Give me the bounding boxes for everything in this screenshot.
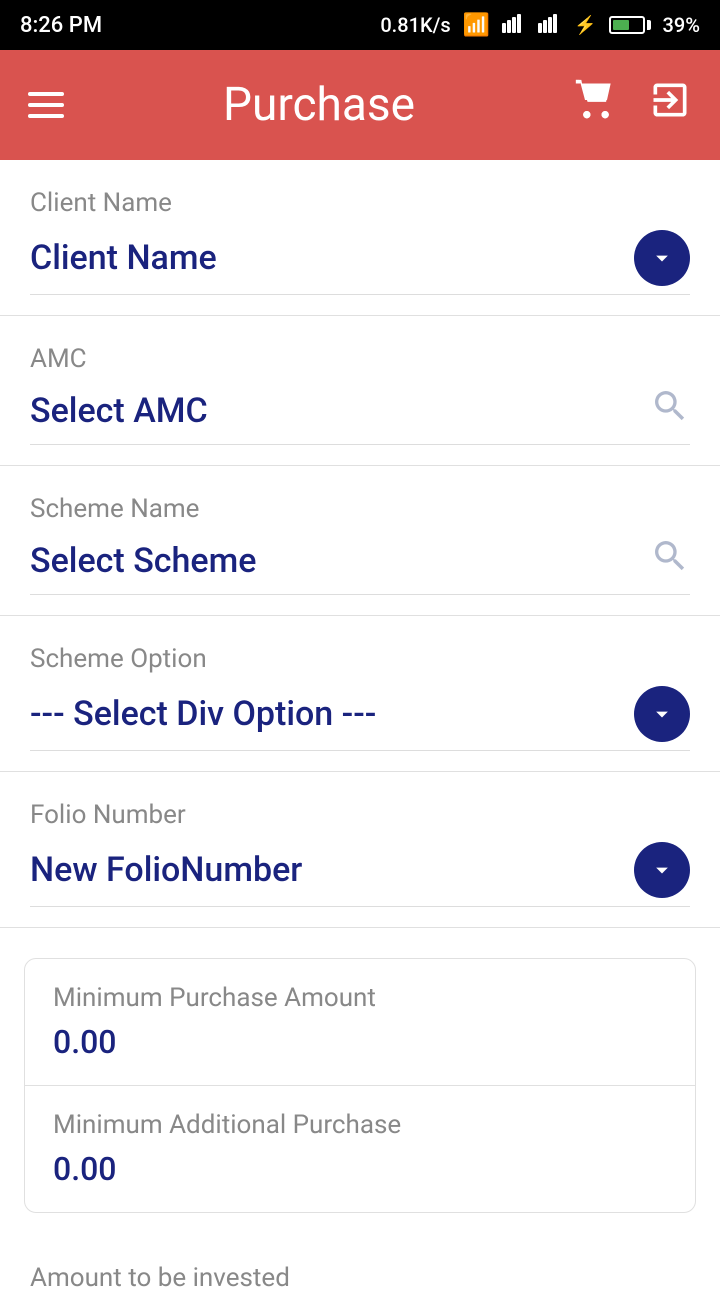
min-purchase-label: Minimum Purchase Amount — [53, 983, 667, 1013]
client-name-field[interactable]: Client Name — [30, 230, 690, 295]
client-name-label: Client Name — [30, 188, 690, 218]
min-additional-row: Minimum Additional Purchase 0.00 — [25, 1086, 695, 1212]
scheme-name-section: Scheme Name Select Scheme — [0, 466, 720, 616]
amc-field[interactable]: Select AMC — [30, 386, 690, 445]
exit-icon[interactable] — [648, 78, 692, 132]
client-name-dropdown[interactable] — [634, 230, 690, 286]
amc-section: AMC Select AMC — [0, 316, 720, 466]
page-title: Purchase — [94, 78, 544, 132]
scheme-name-label: Scheme Name — [30, 494, 690, 524]
status-icons: 0.81K/s 📶 ⚡ 39% — [380, 13, 700, 38]
min-additional-value: 0.00 — [53, 1150, 667, 1188]
client-name-section: Client Name Client Name — [0, 160, 720, 316]
min-purchase-row: Minimum Purchase Amount 0.00 — [25, 959, 695, 1086]
scheme-option-section: Scheme Option --- Select Div Option --- — [0, 616, 720, 772]
amount-label: Amount to be invested — [30, 1263, 690, 1293]
signal-icon — [502, 13, 526, 38]
amc-search-icon[interactable] — [650, 386, 690, 436]
time-display: 8:26 PM — [20, 13, 102, 38]
status-time: 8:26 PM — [20, 13, 102, 38]
scheme-name-value: Select Scheme — [30, 541, 256, 581]
info-card: Minimum Purchase Amount 0.00 Minimum Add… — [24, 958, 696, 1213]
amc-value: Select AMC — [30, 391, 208, 431]
amount-section: Amount to be invested — [0, 1243, 720, 1313]
bolt-icon: ⚡ — [574, 15, 596, 36]
folio-number-label: Folio Number — [30, 800, 690, 830]
cart-icon[interactable] — [574, 78, 618, 132]
min-additional-label: Minimum Additional Purchase — [53, 1110, 667, 1140]
wifi-icon: 📶 — [463, 13, 490, 38]
client-name-value: Client Name — [30, 238, 217, 278]
scheme-option-label: Scheme Option — [30, 644, 690, 674]
folio-number-field[interactable]: New FolioNumber — [30, 842, 690, 907]
scheme-option-dropdown[interactable] — [634, 686, 690, 742]
main-content: Client Name Client Name AMC Select AMC S… — [0, 160, 720, 1313]
battery-percent: 39% — [663, 13, 700, 37]
min-purchase-value: 0.00 — [53, 1023, 667, 1061]
scheme-option-value: --- Select Div Option --- — [30, 694, 376, 734]
scheme-option-field[interactable]: --- Select Div Option --- — [30, 686, 690, 751]
folio-number-section: Folio Number New FolioNumber — [0, 772, 720, 928]
folio-number-dropdown[interactable] — [634, 842, 690, 898]
folio-number-value: New FolioNumber — [30, 850, 302, 890]
status-bar: 8:26 PM 0.81K/s 📶 ⚡ — [0, 0, 720, 50]
menu-icon[interactable] — [28, 92, 64, 118]
battery-icon — [609, 16, 651, 34]
app-bar: Purchase — [0, 50, 720, 160]
network-speed: 0.81K/s — [380, 13, 450, 37]
scheme-search-icon[interactable] — [650, 536, 690, 586]
scheme-name-field[interactable]: Select Scheme — [30, 536, 690, 595]
signal2-icon — [538, 13, 562, 38]
amc-label: AMC — [30, 344, 690, 374]
